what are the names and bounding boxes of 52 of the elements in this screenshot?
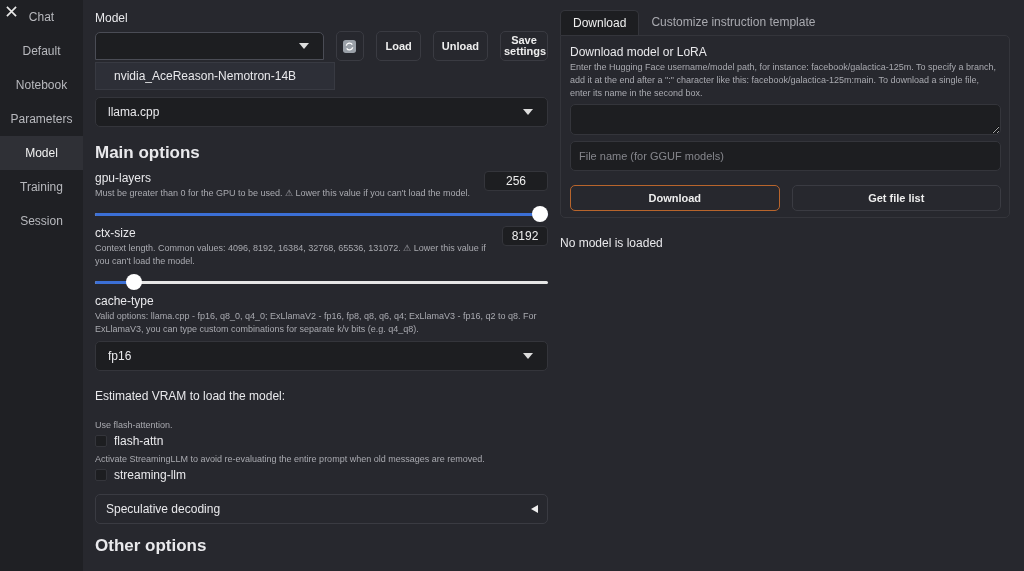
caret-icon xyxy=(523,109,533,115)
checkbox-label: flash-attn xyxy=(114,434,164,448)
refresh-button[interactable] xyxy=(335,31,365,61)
caret-icon xyxy=(298,43,309,49)
action-button[interactable]: Save settings xyxy=(500,31,548,61)
action-button[interactable]: Download xyxy=(570,185,780,211)
section-heading: Main options xyxy=(95,143,201,163)
checkbox[interactable] xyxy=(95,469,107,481)
slider[interactable] xyxy=(95,274,548,290)
sidebar-item[interactable]: Training xyxy=(0,170,83,204)
dropdown-option[interactable]: nvidia_AceReason-Nemotron-14B xyxy=(96,63,334,89)
accordion-header[interactable]: Speculative decoding xyxy=(95,494,548,524)
close-icon[interactable] xyxy=(6,6,17,17)
action-button[interactable]: Unload xyxy=(432,31,488,61)
slider[interactable] xyxy=(95,206,548,222)
sidebar-item[interactable]: Notebook xyxy=(0,68,83,102)
checkbox[interactable] xyxy=(95,435,107,447)
sidebar-item[interactable]: Session xyxy=(0,204,83,238)
sidebar-item[interactable]: Default xyxy=(0,34,83,68)
param-description: Context length. Common values: 4096, 8192, 16384, 32768, 65536, 131072. ⚠ Lower this value if you can't load the model. xyxy=(95,242,487,268)
slider-thumb[interactable] xyxy=(125,274,142,290)
param-description: Must be greater than 0 for the GPU to be used. ⚠ Lower this value if you can't load the model. xyxy=(95,187,471,200)
checkbox-label: streaming-llm xyxy=(114,468,186,482)
vram-label: Estimated VRAM to load the model: xyxy=(95,389,287,403)
panel-title: Download model or LoRA xyxy=(570,45,708,59)
status-text: No model is loaded xyxy=(560,236,664,250)
panel-description: Enter the Hugging Face username/model path, for instance: facebook/galactica-125m. To specify a branch, add it at the end after a ":" character like this: facebook/galactica-125m:main. To download a single file, enter its name in the second box. xyxy=(570,61,998,100)
caret-icon xyxy=(530,505,538,513)
caret-icon xyxy=(523,353,533,359)
file-name-field[interactable]: File name (for GGUF models) xyxy=(570,141,1001,171)
refresh-icon xyxy=(343,39,357,53)
section-heading: Other options xyxy=(95,536,208,556)
sidebar-item[interactable]: Model xyxy=(0,136,83,170)
param-description: Valid options: llama.cpp - fp16, q8_0, q4_0; ExLlamaV2 - fp16, fp8, q8, q6, q4; ExLlamaV3 - fp16, q2 to q8. For ExLlamaV3, you can type custom combinations for separate k/v bits (e.g. q4_q8). xyxy=(95,310,538,336)
param-label: ctx-size xyxy=(95,226,137,240)
number-field[interactable]: 256 xyxy=(484,171,548,191)
option-description: Use flash-attention. xyxy=(95,419,174,432)
sidebar-item[interactable]: Parameters xyxy=(0,102,83,136)
tab[interactable]: Customize instruction template xyxy=(639,10,828,35)
model-path-field[interactable] xyxy=(570,104,1001,135)
slider-thumb[interactable] xyxy=(532,206,548,222)
loader-dropdown[interactable]: llama.cpp xyxy=(95,97,548,127)
param-label: gpu-layers xyxy=(95,171,153,185)
action-button[interactable]: Load xyxy=(376,31,421,61)
option-description: Activate StreamingLLM to avoid re-evaluating the entire prompt when old messages are removed. xyxy=(95,453,486,466)
number-field[interactable]: 8192 xyxy=(502,226,548,246)
action-button[interactable]: Get file list xyxy=(791,185,1001,211)
field-label: Model xyxy=(95,11,129,25)
param-label: cache-type xyxy=(95,294,155,308)
tab[interactable]: Download xyxy=(560,10,640,35)
sidebar-item[interactable]: Chat xyxy=(0,0,83,34)
cache-type-dropdown[interactable]: fp16 xyxy=(95,341,548,371)
